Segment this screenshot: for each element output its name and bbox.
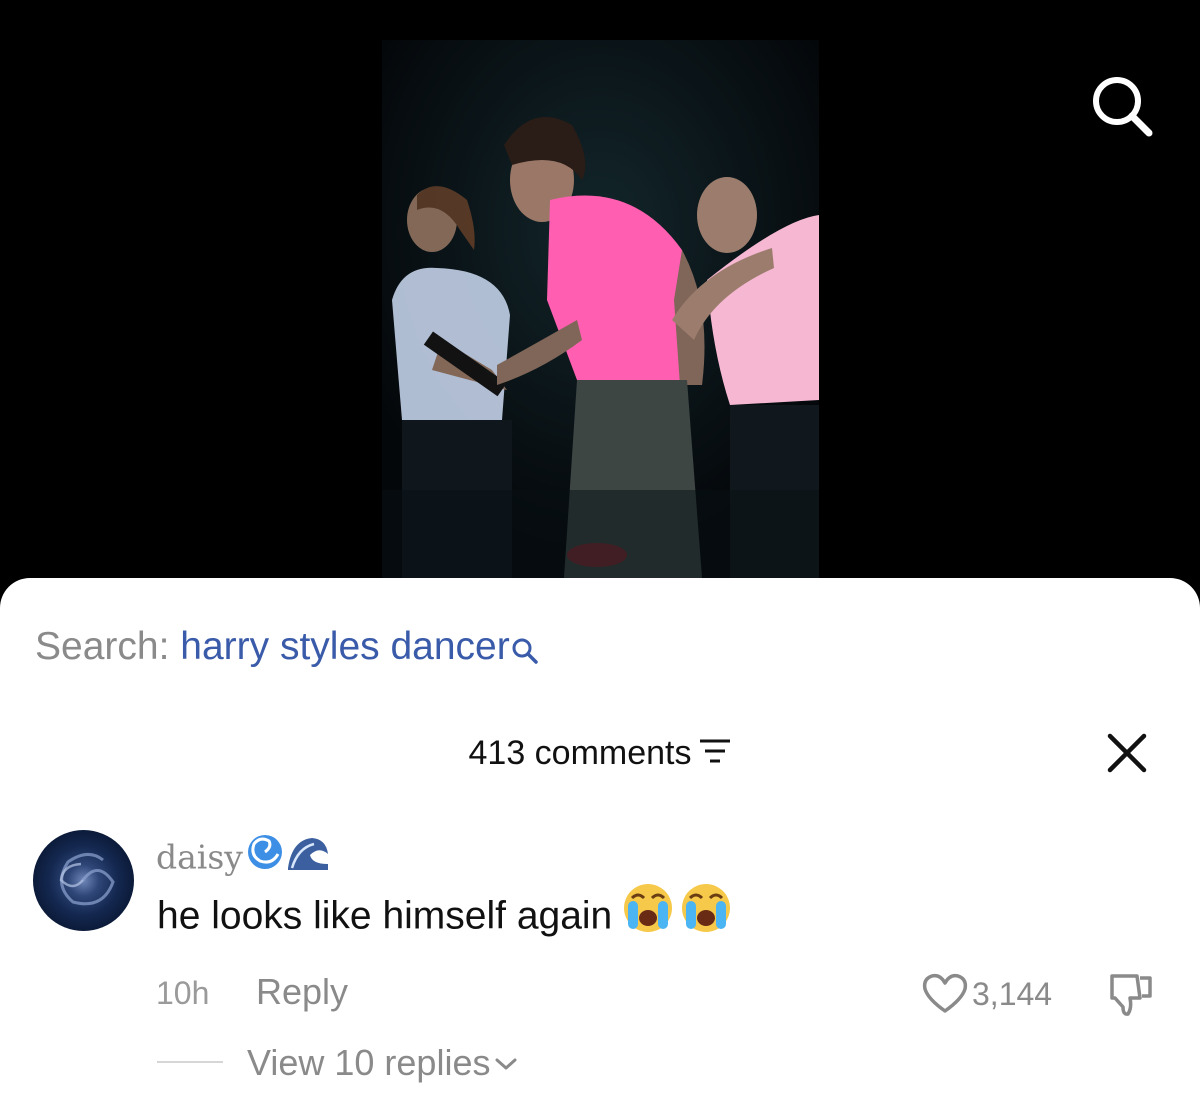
cyclone-emoji xyxy=(247,835,282,869)
chevron-down-icon xyxy=(495,1058,517,1070)
username-emojis xyxy=(246,830,330,885)
dislike-button[interactable] xyxy=(1106,972,1156,1018)
like-count: 3,144 xyxy=(972,976,1053,1012)
username-text: daisy xyxy=(156,837,243,877)
loudly-crying-face-emoji-1 xyxy=(624,884,673,932)
reply-button[interactable]: Reply xyxy=(256,970,348,1014)
crying-face-emojis xyxy=(622,882,734,948)
video-still-image xyxy=(382,40,819,578)
search-prefix-label: Search: xyxy=(35,625,181,668)
search-icon xyxy=(511,628,539,678)
filter-icon[interactable] xyxy=(698,731,732,775)
comments-header: 413 comments xyxy=(0,731,1200,775)
top-search-button[interactable] xyxy=(1088,72,1156,140)
comments-sheet: Search: harry styles dancer 413 comments… xyxy=(0,578,1200,1094)
avatar[interactable] xyxy=(33,830,134,931)
video-frame[interactable] xyxy=(382,40,819,578)
comment-text: he looks like himself again xyxy=(157,894,613,938)
close-icon xyxy=(1107,733,1147,773)
video-area[interactable] xyxy=(0,0,1200,600)
comment-body: he looks like himself again xyxy=(157,884,734,948)
view-replies-label: View 10 replies xyxy=(247,1042,491,1083)
heart-icon xyxy=(922,973,968,1013)
view-replies-button[interactable]: View 10 replies xyxy=(247,1040,518,1086)
like-button[interactable]: 3,144 xyxy=(920,972,1052,1016)
replies-divider-line xyxy=(157,1061,223,1063)
comment-timestamp: 10h xyxy=(156,975,210,1011)
thumbs-down-icon xyxy=(1110,974,1152,1016)
close-button[interactable] xyxy=(1106,732,1148,774)
related-search-link[interactable]: Search: harry styles dancer xyxy=(35,622,539,678)
search-icon xyxy=(1093,77,1153,137)
comment-author[interactable]: daisy xyxy=(156,834,330,885)
wave-emoji xyxy=(287,838,328,870)
comment-count: 413 comments xyxy=(468,734,692,772)
search-query-text[interactable]: harry styles dancer xyxy=(180,625,509,668)
loudly-crying-face-emoji-2 xyxy=(682,884,731,932)
